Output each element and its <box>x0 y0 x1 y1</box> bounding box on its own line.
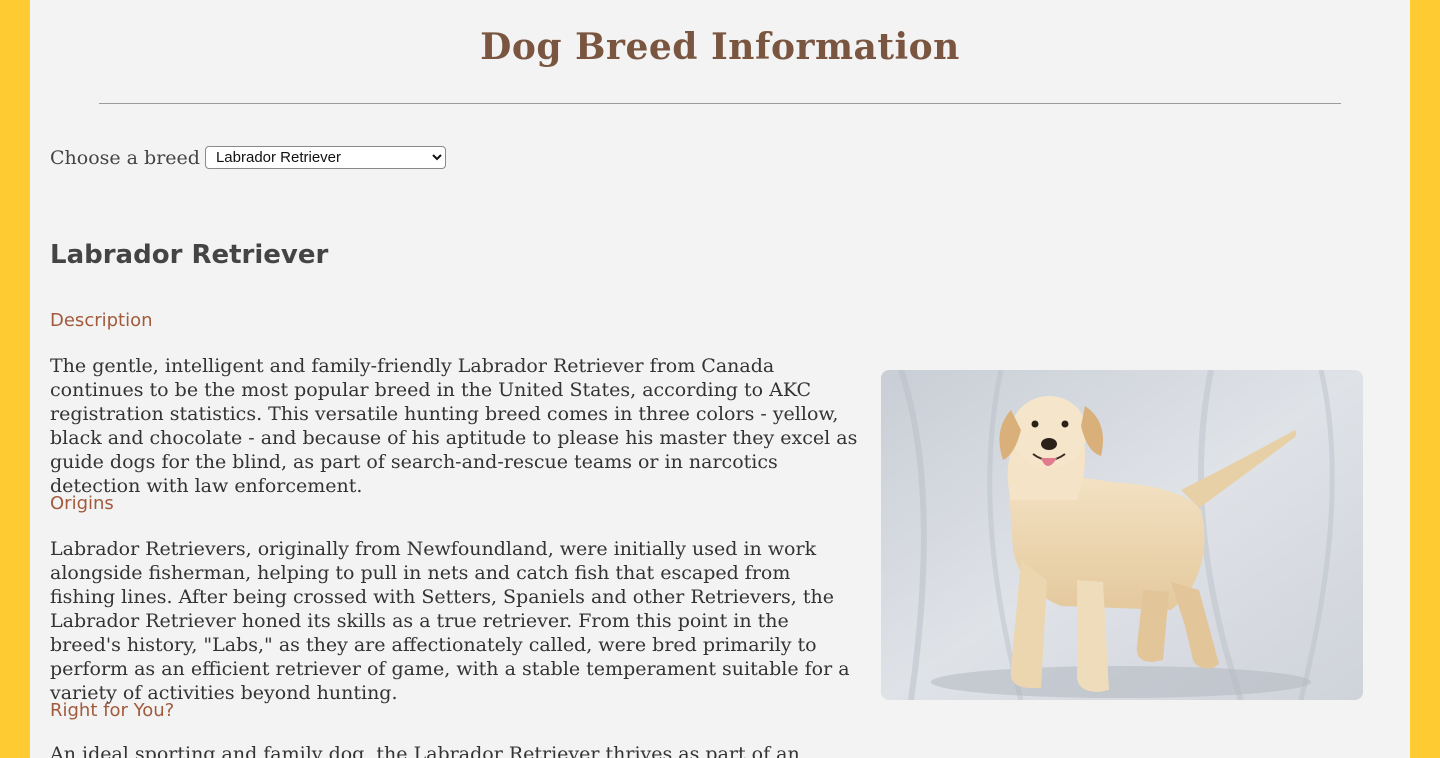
origins-text: Labrador Retrievers, originally from New… <box>50 538 850 704</box>
title-divider <box>99 103 1341 104</box>
breed-select[interactable]: Labrador Retriever <box>204 146 446 169</box>
breed-chooser: Choose a breed Labrador Retriever <box>50 146 446 169</box>
breed-name-heading: Labrador Retriever <box>50 240 329 270</box>
page-title: Dog Breed Information <box>480 26 960 68</box>
right-for-you-heading: Right for You? <box>50 700 175 721</box>
description-text: The gentle, intelligent and family-frien… <box>50 355 858 497</box>
right-for-you-text: An ideal sporting and family dog, the La… <box>50 743 800 758</box>
page-container: Dog Breed Information Choose a breed Lab… <box>30 0 1410 758</box>
origins-heading: Origins <box>50 493 114 514</box>
description-heading: Description <box>50 310 153 331</box>
dog-photo <box>881 370 1363 700</box>
breed-chooser-label: Choose a breed <box>50 146 200 169</box>
